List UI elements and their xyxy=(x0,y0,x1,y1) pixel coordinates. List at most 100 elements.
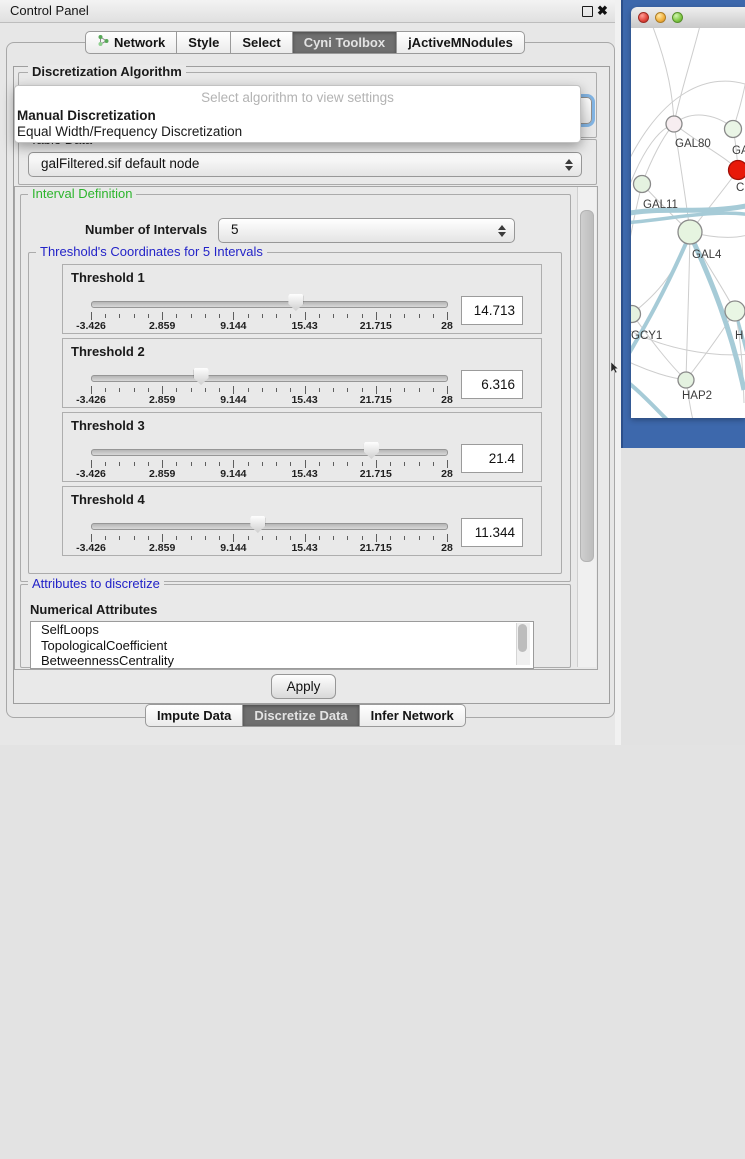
scale-tick-label: 15.43 xyxy=(291,542,317,554)
table-panel-region: Table Panel ✓ ✓ shared...na YDL19...YDL1… xyxy=(621,448,745,745)
node-label: H xyxy=(735,330,743,342)
threshold-value-field[interactable] xyxy=(461,444,523,473)
scale-tick-label: -3.426 xyxy=(76,542,106,554)
tab-label: Impute Data xyxy=(157,705,231,726)
scale-tick-label: -3.426 xyxy=(76,468,106,480)
panel-title: Control Panel xyxy=(10,0,89,22)
network-node-gal80[interactable] xyxy=(666,116,682,132)
bottom-tab-discretize-data[interactable]: Discretize Data xyxy=(243,704,359,727)
scale-tick-label: 21.715 xyxy=(360,320,392,332)
tab-network[interactable]: Network xyxy=(85,31,177,54)
scale-tick-label: 9.144 xyxy=(220,468,246,480)
attribute-list-item[interactable]: SelfLoops xyxy=(31,622,533,638)
attributes-group-title: Attributes to discretize xyxy=(28,577,164,591)
network-node-hap2[interactable] xyxy=(678,372,694,388)
algorithm-group-title: Discretization Algorithm xyxy=(28,65,186,79)
float-window-icon[interactable] xyxy=(582,6,593,17)
numerical-attributes-list: SelfLoopsTopologicalCoefficientBetweenne… xyxy=(30,621,534,669)
close-traffic-light-icon[interactable] xyxy=(638,12,649,23)
scale-tick-label: 9.144 xyxy=(220,542,246,554)
scale-tick-label: 2.859 xyxy=(149,542,175,554)
vertical-scrollbar-thumb[interactable] xyxy=(580,210,594,562)
slider-thumb[interactable] xyxy=(194,368,209,385)
control-panel-titlebar: Control Panel xyxy=(0,0,621,23)
attribute-list-item[interactable]: BetweennessCentrality xyxy=(31,653,533,669)
combo-stepper-icon xyxy=(565,159,573,171)
attribute-list-item[interactable]: TopologicalCoefficient xyxy=(31,638,533,654)
network-node-gal11[interactable] xyxy=(634,176,651,193)
slider-scale-labels: -3.4262.8599.14415.4321.71528 xyxy=(91,468,447,480)
threshold-row: Threshold 2 -3.4262.8599.14415.4321.7152… xyxy=(62,338,542,408)
threshold-value-field[interactable] xyxy=(461,518,523,547)
dropdown-prompt: Select algorithm to view settings xyxy=(15,86,580,105)
slider-scale-labels: -3.4262.8599.14415.4321.71528 xyxy=(91,542,447,554)
node-label: GCY1 xyxy=(631,330,662,342)
number-of-intervals-label: Number of Intervals xyxy=(85,222,207,237)
tab-select[interactable]: Select xyxy=(231,31,292,54)
node-label: GA xyxy=(732,145,745,157)
table-data-combobox[interactable]: galFiltered.sif default node xyxy=(28,152,582,177)
threshold-label: Threshold 4 xyxy=(71,492,145,507)
scale-tick-label: 28 xyxy=(441,468,453,480)
list-scrollbar-thumb[interactable] xyxy=(518,624,527,652)
node-label: GAL11 xyxy=(643,199,678,211)
slider-track[interactable] xyxy=(91,375,448,382)
slider-thumb[interactable] xyxy=(250,516,265,533)
scale-tick-label: 2.859 xyxy=(149,468,175,480)
number-of-intervals-combobox[interactable]: 5 xyxy=(218,218,515,243)
top-tab-bar: Network Style Select Cyni Toolbox jActiveMNo… xyxy=(85,31,525,54)
slider-track[interactable] xyxy=(91,301,448,308)
scale-tick-label: 21.715 xyxy=(360,542,392,554)
minimize-traffic-light-icon[interactable] xyxy=(655,12,666,23)
slider-track[interactable] xyxy=(91,523,448,530)
slider-thumb[interactable] xyxy=(288,294,303,311)
network-node-h[interactable] xyxy=(725,301,745,321)
tab-label: Style xyxy=(188,32,219,53)
network-node-gal4[interactable] xyxy=(678,220,702,244)
slider-scale-labels: -3.4262.8599.14415.4321.71528 xyxy=(91,320,447,332)
threshold-label: Threshold 3 xyxy=(71,418,145,433)
dropdown-item-equal-width[interactable]: Equal Width/Frequency Discretization xyxy=(15,124,580,140)
threshold-row: Threshold 4 -3.4262.8599.14415.4321.7152… xyxy=(62,486,542,556)
network-window-titlebar[interactable] xyxy=(631,7,745,29)
bottom-tab-bar: Impute Data Discretize Data Infer Network xyxy=(145,704,466,727)
mouse-cursor xyxy=(611,362,620,374)
tab-cyni-toolbox[interactable]: Cyni Toolbox xyxy=(293,31,397,54)
tab-jactivemnodules[interactable]: jActiveMNodules xyxy=(397,31,525,54)
bottom-tab-impute-data[interactable]: Impute Data xyxy=(145,704,243,727)
slider-track[interactable] xyxy=(91,449,448,456)
bottom-tab-infer-network[interactable]: Infer Network xyxy=(360,704,466,727)
zoom-traffic-light-icon[interactable] xyxy=(672,12,683,23)
tab-style[interactable]: Style xyxy=(177,31,231,54)
interval-definition-title: Interval Definition xyxy=(28,187,136,201)
network-canvas[interactable]: GAL80GACGAL11GAL4GCY1HHAP2 xyxy=(631,28,745,418)
scale-tick-label: 21.715 xyxy=(360,468,392,480)
scale-tick-label: 2.859 xyxy=(149,394,175,406)
thresholds-group-title: Threshold's Coordinates for 5 Intervals xyxy=(36,245,267,259)
threshold-value-field[interactable] xyxy=(461,296,523,325)
tab-label: Infer Network xyxy=(371,705,454,726)
threshold-row: Threshold 3 -3.4262.8599.14415.4321.7152… xyxy=(62,412,542,482)
scale-tick-label: 28 xyxy=(441,320,453,332)
tab-label: Cyni Toolbox xyxy=(304,32,385,53)
algorithm-dropdown-popup: Select algorithm to view settings Manual… xyxy=(14,85,581,143)
threshold-value-field[interactable] xyxy=(461,370,523,399)
scale-tick-label: 15.43 xyxy=(291,394,317,406)
scale-tick-label: 15.43 xyxy=(291,320,317,332)
slider-thumb[interactable] xyxy=(364,442,379,459)
close-icon[interactable]: ✖ xyxy=(597,1,608,21)
network-window: GAL80GACGAL11GAL4GCY1HHAP2 xyxy=(631,7,745,418)
scale-tick-label: 21.715 xyxy=(360,394,392,406)
network-node-c[interactable] xyxy=(729,161,745,180)
scale-tick-label: -3.426 xyxy=(76,394,106,406)
threshold-row: Threshold 1 -3.4262.8599.14415.4321.7152… xyxy=(62,264,542,334)
network-node-ga[interactable] xyxy=(725,121,742,138)
number-of-intervals-value: 5 xyxy=(231,219,239,241)
tab-label: jActiveMNodules xyxy=(408,32,513,53)
tab-label: Discretize Data xyxy=(254,705,347,726)
dropdown-item-manual[interactable]: Manual Discretization xyxy=(15,108,580,124)
threshold-label: Threshold 1 xyxy=(71,270,145,285)
control-panel: Control Panel ✖ Network Style Select Cyni T… xyxy=(0,0,621,745)
scale-tick-label: 28 xyxy=(441,394,453,406)
apply-button[interactable]: Apply xyxy=(271,674,336,699)
